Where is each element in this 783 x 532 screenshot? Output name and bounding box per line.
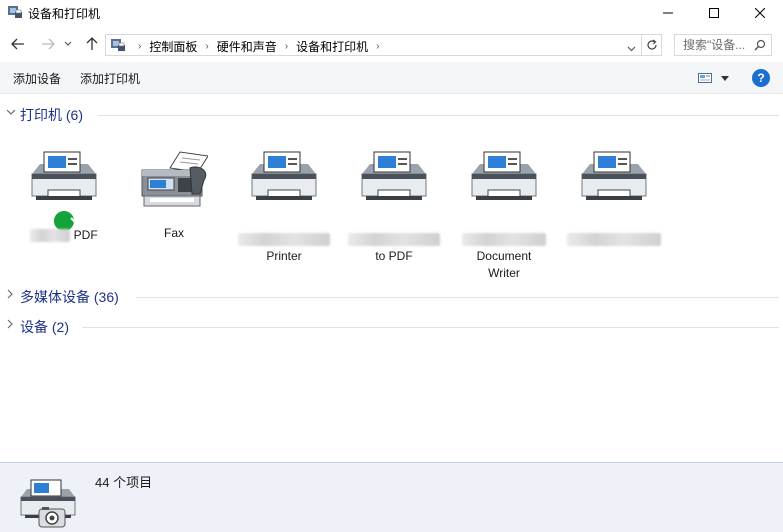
address-bar[interactable]: › 控制面板 › 硬件和声音 › 设备和打印机 ›: [105, 34, 642, 56]
printer-name: Fax: [163, 226, 184, 240]
help-button[interactable]: ?: [752, 69, 770, 87]
group-divider: [98, 115, 779, 116]
recent-locations-button[interactable]: [62, 34, 74, 54]
printer-item-2[interactable]: Fax: [124, 148, 224, 242]
add-printer-button[interactable]: 添加打印机: [80, 70, 140, 87]
chevron-right-icon[interactable]: ›: [138, 41, 141, 52]
group-label-multimedia: 多媒体设备 (36): [20, 289, 119, 305]
breadcrumb: › 控制面板 › 硬件和声音 › 设备和打印机 ›: [130, 38, 387, 55]
devices-printers-status-icon: [19, 479, 77, 532]
printer-item-5[interactable]: Document Writer: [454, 148, 554, 282]
printer-item-6[interactable]: [564, 148, 664, 248]
printer-label: to PDF: [344, 231, 444, 265]
printer-item-4[interactable]: to PDF: [344, 148, 444, 265]
printer-name: Printer: [266, 249, 302, 263]
group-header-devices[interactable]: 设备 (2): [0, 316, 783, 336]
chevron-right-icon[interactable]: [6, 319, 14, 332]
close-button[interactable]: [737, 0, 783, 26]
maximize-button[interactable]: [691, 0, 737, 26]
chevron-down-icon: [64, 41, 72, 46]
minimize-button[interactable]: [645, 0, 691, 26]
address-dropdown-button[interactable]: [627, 41, 636, 55]
redacted-text: [462, 233, 546, 247]
minimize-icon: [663, 12, 673, 14]
search-box[interactable]: [674, 34, 772, 56]
fax-icon: [141, 151, 208, 207]
printer-icon: [31, 151, 97, 200]
chevron-down-icon[interactable]: [6, 107, 16, 119]
redacted-text: [238, 233, 330, 247]
printer-item-1[interactable]: PDF: [14, 148, 114, 244]
printer-label: Document Writer: [454, 231, 554, 282]
group-divider: [136, 297, 779, 298]
chevron-right-icon[interactable]: [6, 289, 14, 302]
back-button[interactable]: [8, 34, 28, 54]
status-bar: 44 个项目: [0, 462, 783, 532]
group-divider: [82, 327, 779, 328]
close-icon: [755, 8, 765, 18]
command-bar: 添加设备 添加打印机 ?: [0, 62, 783, 94]
up-button[interactable]: [82, 34, 102, 54]
printer-name: Document Writer: [476, 249, 532, 280]
group-label-devices: 设备 (2): [20, 319, 69, 335]
add-device-button[interactable]: 添加设备: [13, 70, 61, 87]
window-title: 设备和打印机: [28, 7, 101, 21]
chevron-right-icon[interactable]: ›: [376, 41, 379, 52]
printer-icon: [471, 151, 537, 200]
navigation-bar: › 控制面板 › 硬件和声音 › 设备和打印机 ›: [0, 28, 783, 62]
maximize-icon: [709, 8, 719, 18]
redacted-text: [567, 233, 661, 247]
chevron-down-icon: [721, 75, 729, 81]
printer-label: PDF: [14, 227, 114, 244]
refresh-icon: [646, 39, 657, 50]
printer-label: Printer: [234, 231, 334, 265]
group-header-printers[interactable]: 打印机 (6): [0, 104, 783, 124]
group-header-multimedia[interactable]: 多媒体设备 (36): [0, 286, 783, 306]
arrow-left-icon: [11, 38, 24, 50]
redacted-text: [348, 233, 440, 247]
breadcrumb-control-panel[interactable]: 控制面板: [149, 38, 197, 55]
view-icon: [698, 73, 712, 83]
printer-icon: [581, 151, 647, 200]
printer-label: [564, 231, 664, 248]
refresh-button[interactable]: [642, 34, 662, 56]
title-bar: 设备和打印机: [0, 0, 783, 26]
item-count: 44 个项目: [95, 475, 153, 490]
devices-printers-app-icon: [7, 4, 23, 20]
redacted-text: [30, 229, 71, 243]
printer-label: Fax: [124, 225, 224, 242]
search-input[interactable]: [683, 37, 749, 53]
breadcrumb-hardware-sound[interactable]: 硬件和声音: [217, 38, 277, 55]
arrow-right-icon: [42, 38, 55, 50]
printer-icon: [361, 151, 427, 200]
change-view-button[interactable]: [698, 70, 738, 86]
control-panel-icon: [110, 37, 126, 56]
arrow-up-icon: [86, 37, 98, 50]
breadcrumb-devices-printers[interactable]: 设备和打印机: [296, 38, 368, 55]
chevron-down-icon: [627, 46, 636, 52]
chevron-right-icon[interactable]: ›: [205, 41, 208, 52]
printer-icon: [251, 151, 317, 200]
forward-button[interactable]: [38, 34, 58, 54]
group-label-printers: 打印机 (6): [20, 107, 83, 123]
search-icon[interactable]: [754, 39, 766, 54]
printer-name: to PDF: [375, 249, 413, 263]
printer-name: PDF: [73, 228, 98, 242]
printer-item-3[interactable]: Printer: [234, 148, 334, 265]
chevron-right-icon[interactable]: ›: [285, 41, 288, 52]
